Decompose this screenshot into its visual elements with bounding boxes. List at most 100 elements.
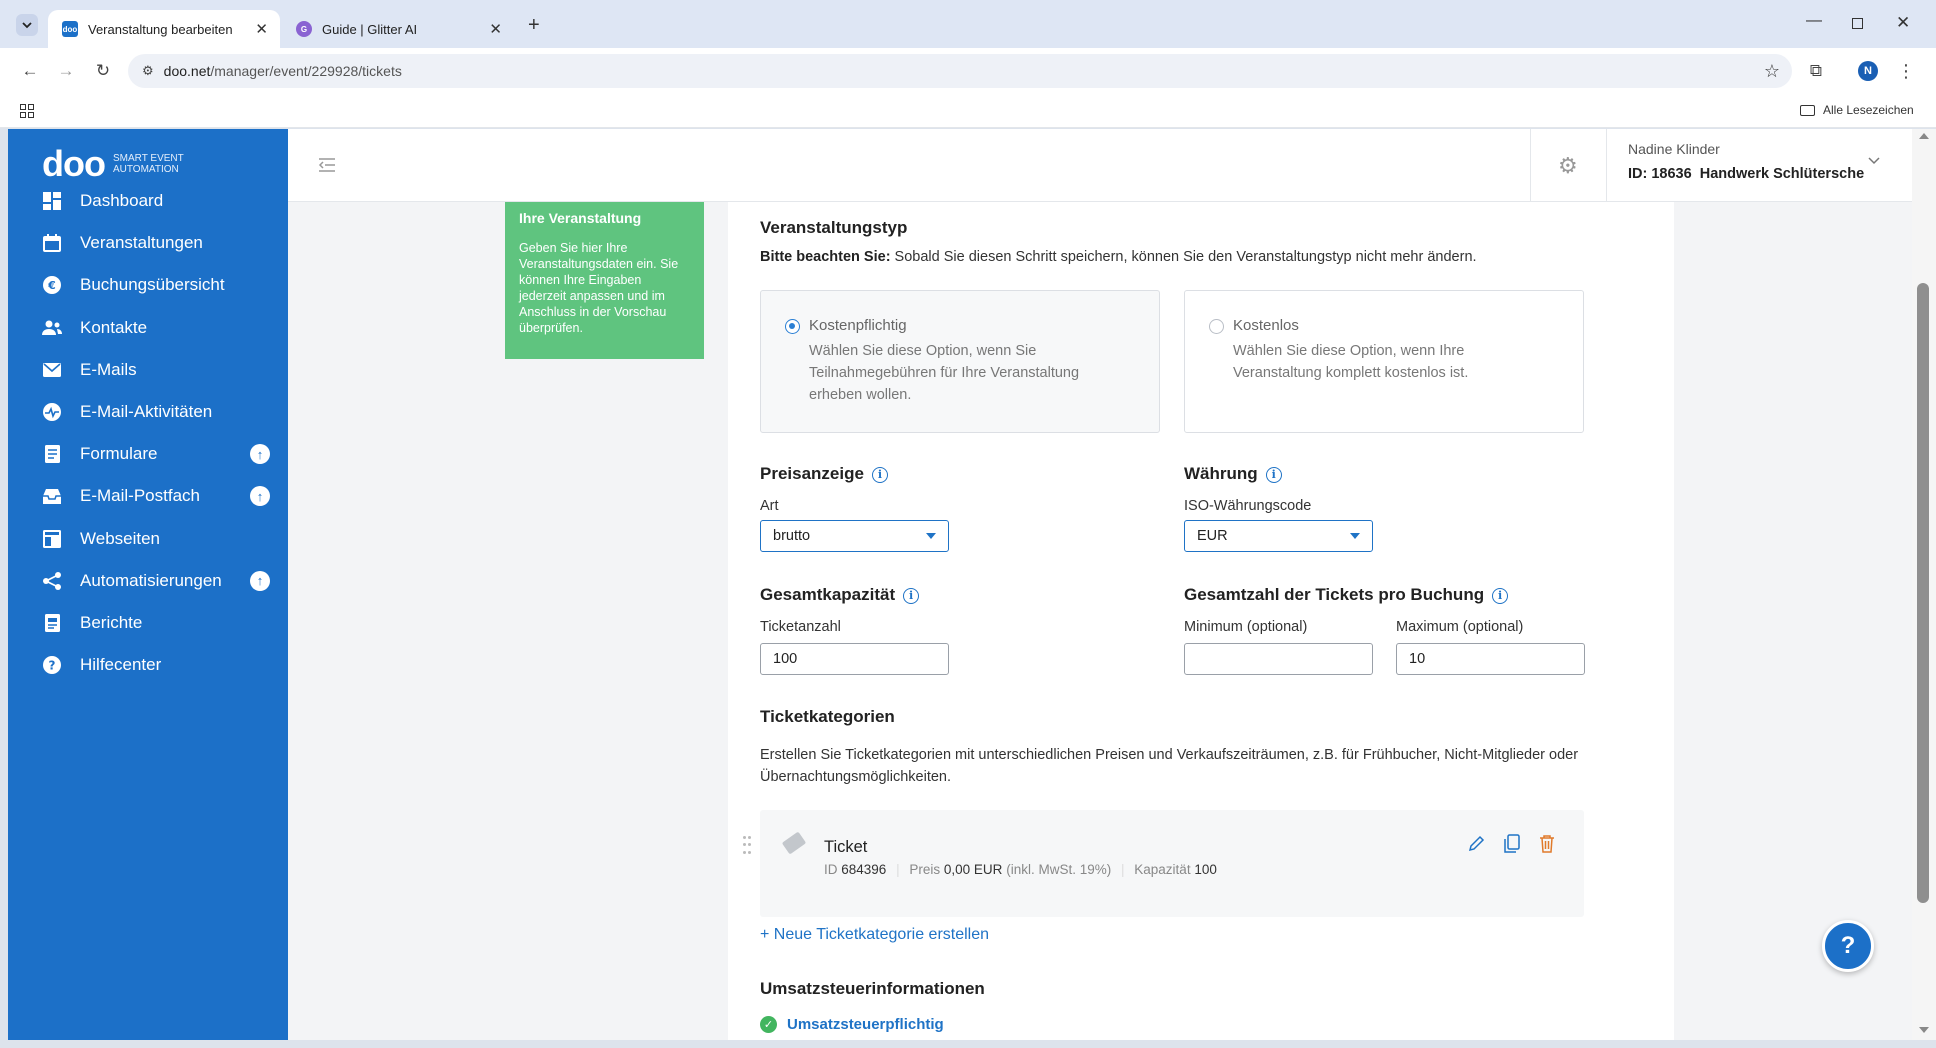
- all-bookmarks[interactable]: Alle Lesezeichen: [1800, 103, 1914, 117]
- doo-favicon-icon: doo: [62, 21, 78, 37]
- apps-grid-icon[interactable]: [20, 104, 34, 118]
- sidebar-item-label: Webseiten: [80, 528, 161, 548]
- check-circle-icon: ✓: [760, 1016, 777, 1033]
- ticket-card[interactable]: Ticket ID 684396 | Preis 0,00 EUR (inkl.…: [760, 810, 1584, 917]
- new-tab-button[interactable]: +: [528, 14, 540, 37]
- min-input[interactable]: [1184, 643, 1373, 675]
- back-icon[interactable]: ←: [18, 59, 42, 83]
- svg-text:?: ?: [49, 659, 56, 673]
- option-kostenpflichtig[interactable]: Kostenpflichtig Wählen Sie diese Option,…: [760, 290, 1160, 433]
- site-info-icon[interactable]: ⚙: [142, 63, 154, 79]
- caret-down-icon: [1350, 533, 1360, 539]
- user-menu[interactable]: Nadine Klinder ID: 18636 Handwerk Schlüt…: [1628, 141, 1898, 191]
- sidebar-item-label: E-Mail-Aktivitäten: [80, 402, 213, 421]
- sidebar-item-label: Formulare: [80, 444, 158, 464]
- svg-text:€: €: [47, 279, 56, 292]
- main-content: Ihre Veranstaltung Geben Sie hier Ihre V…: [288, 202, 1912, 1040]
- sidebar-item-label: Automatisierungen: [80, 570, 222, 590]
- tab-glitter[interactable]: G Guide | Glitter AI ✕: [282, 10, 514, 48]
- report-icon: [42, 613, 62, 633]
- logo-tagline: SMART EVENT AUTOMATION: [113, 153, 184, 175]
- forward-icon[interactable]: →: [54, 59, 78, 83]
- ticket-categories-desc: Erstellen Sie Ticketkategorien mit unter…: [760, 747, 1579, 785]
- help-button[interactable]: ?: [1822, 920, 1874, 972]
- info-icon[interactable]: i: [1492, 587, 1509, 604]
- scrollbar-track[interactable]: [1912, 129, 1936, 1040]
- sidebar-item-label: Kontakte: [80, 317, 148, 337]
- option-label: Kostenlos: [1233, 317, 1299, 334]
- ticket-icon: [781, 831, 807, 855]
- radio-selected[interactable]: [785, 319, 800, 334]
- tab-veranstaltung[interactable]: doo Veranstaltung bearbeiten ✕: [48, 10, 280, 48]
- app-topbar: ⚙ Nadine Klinder ID: 18636 Handwerk Schl…: [288, 129, 1912, 202]
- window-close-button[interactable]: ✕: [1896, 13, 1910, 33]
- settings-gear-icon[interactable]: ⚙: [1558, 153, 1578, 179]
- minimize-button[interactable]: —: [1806, 12, 1822, 30]
- activity-icon: [42, 402, 62, 422]
- capacity-title: Gesamtkapazität: [760, 585, 896, 604]
- option-kostenlos[interactable]: Kostenlos Wählen Sie diese Option, wenn …: [1184, 290, 1584, 433]
- note-bold: Bitte beachten Sie:: [760, 249, 891, 265]
- event-type-note: Bitte beachten Sie: Sobald Sie diesen Sc…: [760, 249, 1477, 265]
- sidebar-item-hilfecenter[interactable]: ? Hilfecenter: [8, 639, 288, 691]
- info-icon[interactable]: i: [903, 587, 920, 604]
- currency-select[interactable]: EUR: [1184, 520, 1373, 552]
- close-icon[interactable]: ✕: [489, 20, 502, 38]
- collapse-sidebar-icon[interactable]: [318, 157, 336, 173]
- bookmark-star-icon[interactable]: ☆: [1764, 61, 1780, 82]
- tab-search-button[interactable]: [16, 14, 38, 36]
- drag-handle-icon[interactable]: [743, 836, 751, 856]
- add-ticket-category-link[interactable]: + Neue Ticketkategorie erstellen: [760, 926, 989, 944]
- capacity-input[interactable]: 100: [760, 643, 949, 675]
- sidebar-item-label: Buchungsübersicht: [80, 275, 225, 295]
- upgrade-arrow-icon: ↑: [250, 444, 270, 465]
- ticket-categories-title: Ticketkategorien: [760, 707, 895, 726]
- option-label: Kostenpflichtig: [809, 317, 907, 334]
- upgrade-arrow-icon: ↑: [250, 486, 270, 507]
- inbox-icon: [42, 486, 62, 506]
- price-display-select[interactable]: brutto: [760, 520, 949, 552]
- info-icon[interactable]: i: [871, 466, 888, 483]
- capacity-label: Ticketanzahl: [760, 619, 841, 635]
- address-bar[interactable]: ⚙ doo.net/manager/event/229928/tickets ☆: [128, 54, 1792, 88]
- euro-icon: €: [42, 275, 62, 295]
- max-input[interactable]: 10: [1396, 643, 1585, 675]
- max-label: Maximum (optional): [1396, 619, 1524, 635]
- tab-label: Veranstaltung bearbeiten: [88, 21, 233, 37]
- reload-icon[interactable]: ↻: [91, 59, 115, 83]
- select-value: EUR: [1197, 528, 1228, 544]
- form-card: Veranstaltungstyp Bitte beachten Sie: So…: [728, 202, 1674, 1040]
- sidebar-item-label: Hilfecenter: [80, 655, 162, 675]
- tab-label: Guide | Glitter AI: [322, 21, 418, 37]
- close-icon[interactable]: ✕: [255, 20, 268, 38]
- note-text: Sobald Sie diesen Schritt speichern, kön…: [890, 249, 1477, 265]
- price-label: Preis: [909, 862, 941, 877]
- currency-label: ISO-Währungscode: [1184, 498, 1312, 514]
- extensions-icon[interactable]: ⧉: [1804, 59, 1828, 83]
- input-value: 100: [773, 651, 798, 667]
- profile-avatar[interactable]: N: [1858, 61, 1878, 81]
- currency-heading: Währung i: [1184, 464, 1282, 484]
- restore-button[interactable]: [1852, 18, 1863, 29]
- option-desc: Wählen Sie diese Option, wenn Sie Teilna…: [809, 343, 1080, 403]
- scrollbar-thumb[interactable]: [1917, 283, 1929, 903]
- sidebar-item-label: E-Mails: [80, 359, 137, 379]
- menu-icon[interactable]: ⋮: [1894, 59, 1918, 83]
- sidebar-item-label: E-Mail-Postfach: [80, 486, 200, 506]
- copy-icon[interactable]: [1503, 834, 1521, 854]
- separator: |: [896, 862, 900, 877]
- edit-pencil-icon[interactable]: [1467, 835, 1485, 853]
- scrollbar-up-arrow[interactable]: [1919, 133, 1929, 139]
- min-label: Minimum (optional): [1184, 619, 1308, 635]
- tax-status[interactable]: ✓ Umsatzsteuerpflichtig: [760, 1016, 944, 1033]
- radio-unselected[interactable]: [1209, 319, 1224, 334]
- form-icon: [42, 444, 62, 464]
- trash-icon[interactable]: [1539, 834, 1555, 854]
- sidebar-item-label: Veranstaltungen: [80, 233, 203, 253]
- scrollbar-down-arrow[interactable]: [1919, 1027, 1929, 1033]
- tagline-line-1: SMART EVENT: [112, 153, 184, 164]
- separator: |: [1121, 862, 1125, 877]
- info-icon[interactable]: i: [1265, 466, 1282, 483]
- chevron-down-icon: [1868, 157, 1880, 165]
- capacity-meta-label: Kapazität: [1134, 862, 1191, 877]
